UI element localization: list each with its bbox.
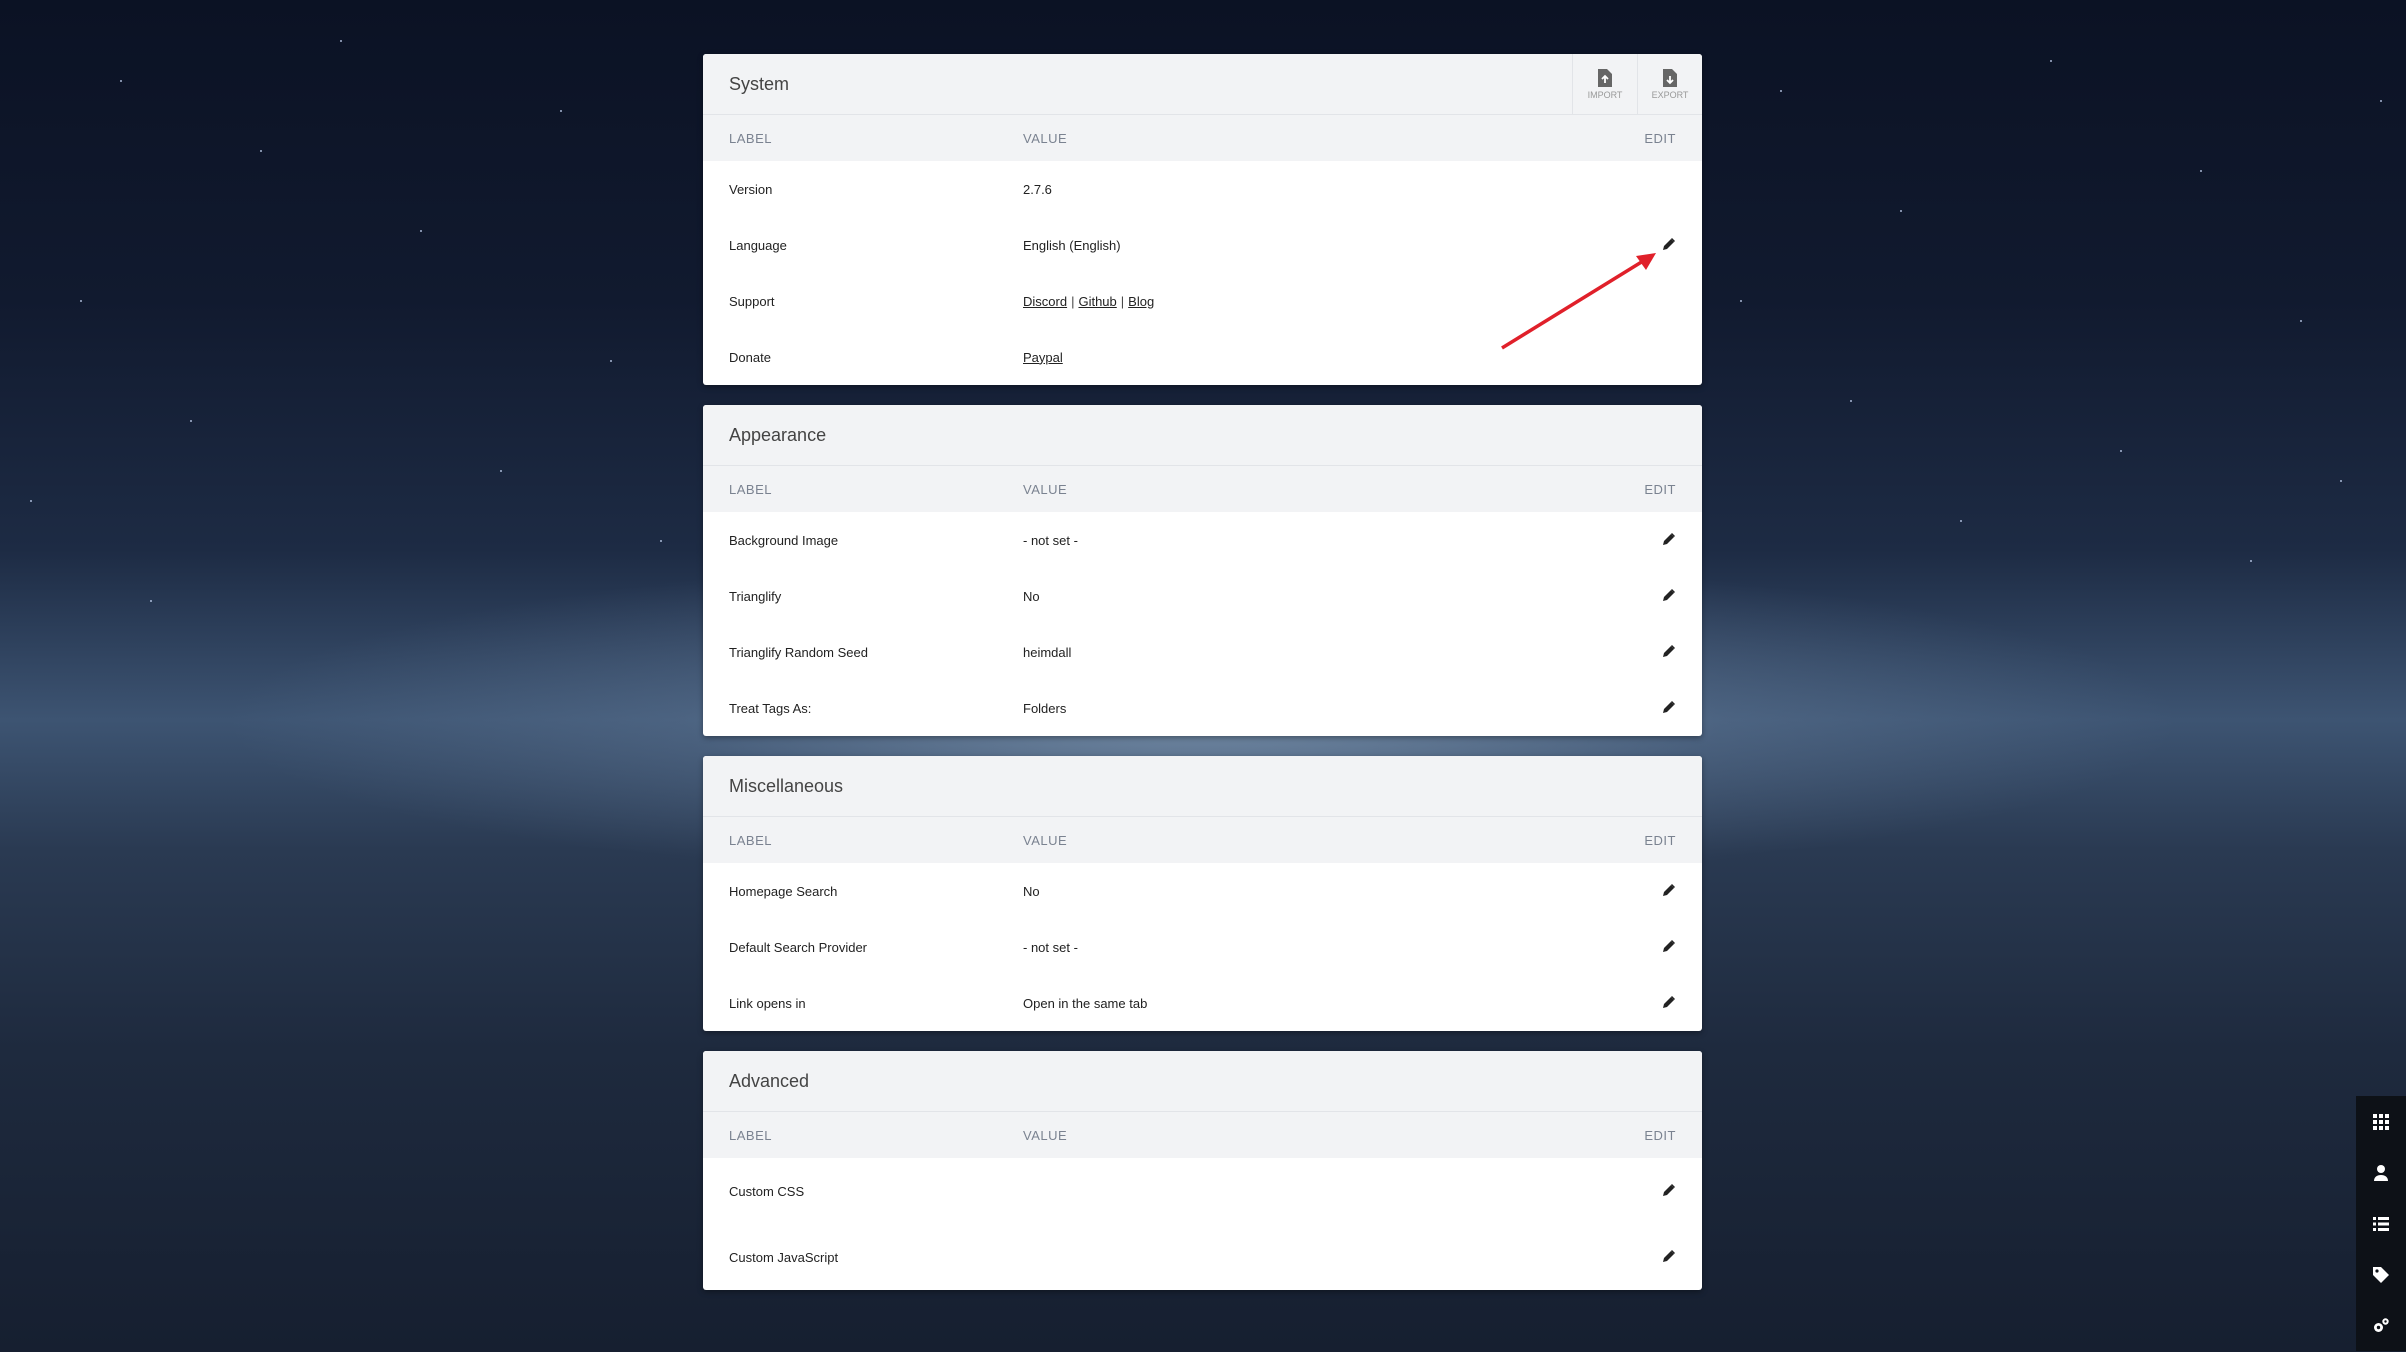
user-icon <box>2374 1164 2388 1181</box>
import-button[interactable]: IMPORT <box>1572 54 1637 114</box>
settings-container: System IMPORT EXPORT LABEL VALUE EDIT Ve… <box>703 54 1702 1310</box>
table-row: Trianglify Random Seed heimdall <box>703 624 1702 680</box>
sidebar-item-settings[interactable] <box>2356 1300 2406 1351</box>
row-label: Donate <box>729 349 771 365</box>
column-edit: EDIT <box>1644 130 1676 146</box>
miscellaneous-title: Miscellaneous <box>729 775 844 796</box>
row-value: No <box>1023 883 1040 899</box>
sidebar-item-dashboard[interactable] <box>2356 1096 2406 1147</box>
row-value: Open in the same tab <box>1023 995 1148 1011</box>
row-value: 2.7.6 <box>1023 181 1052 197</box>
import-icon <box>1598 68 1612 87</box>
advanced-card: Advanced LABEL VALUE EDIT Custom CSS Cus… <box>703 1051 1702 1290</box>
edit-pencil-icon[interactable] <box>1662 939 1676 953</box>
appearance-table-header: LABEL VALUE EDIT <box>703 466 1702 512</box>
row-label: Support <box>729 293 775 309</box>
column-label: LABEL <box>729 1127 772 1143</box>
sidebar-item-tags[interactable] <box>2356 1249 2406 1300</box>
row-value: - not set - <box>1023 939 1078 955</box>
row-label: Language <box>729 237 787 253</box>
link-separator: | <box>1120 293 1125 309</box>
column-edit: EDIT <box>1644 1127 1676 1143</box>
edit-pencil-icon[interactable] <box>1662 588 1676 602</box>
export-label: EXPORT <box>1651 89 1689 100</box>
grid-icon <box>2373 1113 2389 1130</box>
appearance-card: Appearance LABEL VALUE EDIT Background I… <box>703 405 1702 736</box>
edit-pencil-icon[interactable] <box>1662 883 1676 897</box>
table-row: Homepage Search No <box>703 863 1702 919</box>
import-label: IMPORT <box>1587 89 1623 100</box>
table-row-donate: Donate Paypal <box>703 329 1702 385</box>
edit-pencil-icon[interactable] <box>1662 995 1676 1009</box>
row-label: Homepage Search <box>729 883 838 899</box>
edit-pencil-icon[interactable] <box>1662 532 1676 546</box>
column-label: LABEL <box>729 130 772 146</box>
link-separator: | <box>1071 293 1075 309</box>
column-edit: EDIT <box>1644 832 1676 848</box>
row-label: Treat Tags As: <box>729 700 812 716</box>
table-row: Background Image - not set - <box>703 512 1702 568</box>
system-header: System IMPORT EXPORT <box>703 54 1702 115</box>
table-row: Treat Tags As: Folders <box>703 680 1702 736</box>
system-table-header: LABEL VALUE EDIT <box>703 115 1702 161</box>
blog-link[interactable]: Blog <box>1128 294 1154 309</box>
table-row-support: Support Discord | Github | Blog <box>703 273 1702 329</box>
row-label: Trianglify Random Seed <box>729 644 868 660</box>
table-row: Trianglify No <box>703 568 1702 624</box>
row-value: - not set - <box>1023 532 1078 548</box>
list-icon <box>2373 1216 2389 1231</box>
row-label: Background Image <box>729 532 839 548</box>
system-title: System <box>729 73 790 94</box>
cogs-icon <box>2374 1317 2389 1332</box>
advanced-table-header: LABEL VALUE EDIT <box>703 1112 1702 1158</box>
advanced-title: Advanced <box>729 1070 810 1091</box>
edit-pencil-icon[interactable] <box>1662 1249 1676 1263</box>
export-icon <box>1663 68 1677 87</box>
appearance-title: Appearance <box>729 424 827 445</box>
row-label: Default Search Provider <box>729 939 868 955</box>
column-value: VALUE <box>1023 481 1068 497</box>
appearance-header: Appearance <box>703 405 1702 466</box>
table-row: Custom CSS <box>703 1158 1702 1224</box>
github-link[interactable]: Github <box>1078 294 1116 309</box>
miscellaneous-table-header: LABEL VALUE EDIT <box>703 817 1702 863</box>
right-sidebar <box>2356 1096 2406 1351</box>
row-value: heimdall <box>1023 644 1072 660</box>
table-row-language: Language English (English) <box>703 217 1702 273</box>
paypal-link[interactable]: Paypal <box>1023 350 1063 365</box>
export-button[interactable]: EXPORT <box>1637 54 1702 114</box>
miscellaneous-header: Miscellaneous <box>703 756 1702 817</box>
table-row-version: Version 2.7.6 <box>703 161 1702 217</box>
sidebar-item-items[interactable] <box>2356 1198 2406 1249</box>
table-row: Link opens in Open in the same tab <box>703 975 1702 1031</box>
tag-icon <box>2373 1266 2389 1283</box>
edit-pencil-icon[interactable] <box>1662 1183 1676 1197</box>
column-value: VALUE <box>1023 832 1068 848</box>
row-value: Folders <box>1023 700 1067 716</box>
column-label: LABEL <box>729 832 772 848</box>
edit-language-pencil-icon[interactable] <box>1662 237 1676 251</box>
column-value: VALUE <box>1023 1127 1068 1143</box>
row-value: No <box>1023 588 1040 604</box>
table-row: Default Search Provider - not set - <box>703 919 1702 975</box>
row-label: Link opens in <box>729 995 806 1011</box>
row-label: Custom JavaScript <box>729 1249 839 1265</box>
row-label: Custom CSS <box>729 1183 805 1199</box>
row-label: Trianglify <box>729 588 782 604</box>
column-value: VALUE <box>1023 130 1068 146</box>
system-header-actions: IMPORT EXPORT <box>1572 54 1702 114</box>
miscellaneous-card: Miscellaneous LABEL VALUE EDIT Homepage … <box>703 756 1702 1031</box>
support-links: Discord | Github | Blog <box>1023 294 1622 309</box>
sidebar-item-users[interactable] <box>2356 1147 2406 1198</box>
row-value: English (English) <box>1023 237 1121 253</box>
row-label: Version <box>729 181 773 197</box>
advanced-header: Advanced <box>703 1051 1702 1112</box>
discord-link[interactable]: Discord <box>1023 294 1067 309</box>
edit-pencil-icon[interactable] <box>1662 644 1676 658</box>
table-row: Custom JavaScript <box>703 1224 1702 1290</box>
system-card: System IMPORT EXPORT LABEL VALUE EDIT Ve… <box>703 54 1702 385</box>
column-label: LABEL <box>729 481 772 497</box>
edit-pencil-icon[interactable] <box>1662 700 1676 714</box>
column-edit: EDIT <box>1644 481 1676 497</box>
